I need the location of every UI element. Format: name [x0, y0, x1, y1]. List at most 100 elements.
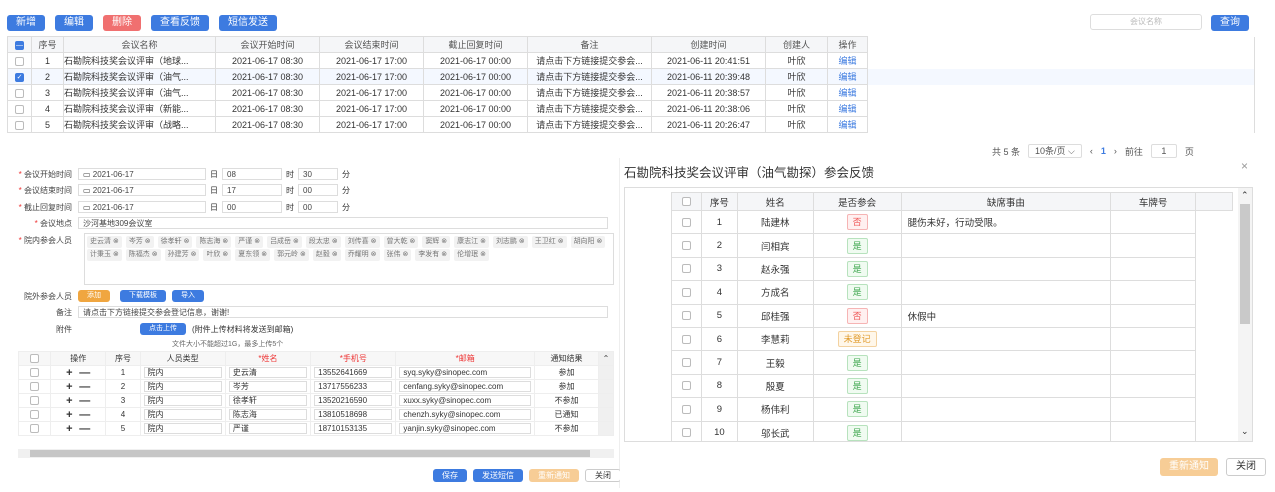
attendee-tag[interactable]: 陈志海 ⊗ [196, 236, 232, 248]
attendee-tag[interactable]: 康志江 ⊗ [454, 236, 489, 248]
type-input[interactable]: 院内 [143, 409, 222, 420]
prev-page-icon[interactable]: ‹ [1090, 146, 1093, 156]
close-icon[interactable]: ⊗ [291, 238, 299, 245]
attendee-tag[interactable]: 张伟 ⊗ [383, 249, 412, 261]
attendee-tag[interactable]: 徐孝轩 ⊗ [157, 236, 193, 248]
add-button[interactable]: 新增 [7, 15, 45, 31]
close-icon[interactable]: ⊗ [220, 238, 228, 245]
minus-icon[interactable]: — [79, 395, 90, 407]
close-icon[interactable]: ⊗ [595, 238, 603, 245]
attendee-tag[interactable]: 胡向阳 ⊗ [570, 236, 606, 248]
deadline-hour-select[interactable]: 00 [222, 201, 282, 213]
close-icon[interactable]: ⊗ [439, 251, 447, 258]
attendee-tag[interactable]: 刘志鹏 ⊗ [492, 236, 528, 248]
table-row[interactable]: 1 石勘院科技奖会议评审（地球... 2021-06-17 08:30 2021-06… [7, 52, 1255, 69]
end-hour-select[interactable]: 17 [222, 184, 282, 196]
attendee-tag[interactable]: 曾大乾 ⊗ [383, 236, 419, 248]
vertical-scrollbar[interactable]: ⌃ ⌄ [1238, 188, 1252, 441]
select-all-checkbox[interactable]: — [7, 36, 32, 53]
attendee-tag[interactable]: 岑芳 ⊗ [125, 236, 154, 248]
email-input[interactable]: syq.syky@sinopec.com [399, 367, 532, 378]
search-button[interactable]: 查询 [1211, 15, 1249, 31]
row-checkbox[interactable] [7, 84, 32, 101]
attendee-tag[interactable]: 严谨 ⊗ [235, 236, 264, 248]
table-row[interactable]: 5 石勘院科技奖会议评审（战略... 2021-06-17 08:30 2021-06… [7, 116, 1255, 133]
table-row[interactable]: 3 石勘院科技奖会议评审（油气... 2021-06-17 08:30 2021-06… [7, 84, 1255, 101]
upload-button[interactable]: 点击上传 [140, 323, 186, 335]
minus-icon[interactable]: — [79, 367, 90, 379]
minus-icon[interactable]: — [79, 409, 90, 421]
scroll-up-icon[interactable]: ⌃ [1241, 190, 1249, 201]
attendee-tag[interactable]: 窦辉 ⊗ [422, 236, 451, 248]
scroll-thumb[interactable] [30, 450, 590, 457]
edit-link[interactable]: 编辑 [827, 116, 868, 133]
import-button[interactable]: 导入 [172, 290, 204, 302]
close-icon[interactable]: ⊗ [143, 238, 151, 245]
attendee-tag[interactable]: 史云清 ⊗ [87, 236, 122, 248]
close-icon[interactable]: ⊗ [369, 251, 377, 258]
edit-link[interactable]: 编辑 [827, 68, 868, 85]
plus-icon[interactable]: + [66, 409, 72, 421]
attendee-tag[interactable]: 计秉玉 ⊗ [87, 249, 122, 261]
phone-input[interactable]: 13552641669 [314, 367, 393, 378]
close-icon[interactable]: ⊗ [252, 238, 260, 245]
plus-icon[interactable]: + [66, 367, 72, 379]
place-input[interactable]: 沙河基地309会议室 [78, 217, 608, 229]
close-icon[interactable]: ⊗ [111, 238, 119, 245]
page-size-select[interactable]: 10条/页 ⌵ [1028, 144, 1082, 158]
note-input[interactable]: 请点击下方链接提交参会登记信息，谢谢! [78, 306, 608, 318]
plus-icon[interactable]: + [66, 423, 72, 435]
name-input[interactable]: 徐孝轩 [228, 395, 308, 406]
attendee-tag[interactable]: 伦增珉 ⊗ [454, 249, 489, 261]
scroll-thumb[interactable] [1240, 204, 1250, 324]
close-icon[interactable]: ⊗ [259, 251, 267, 258]
type-input[interactable]: 院内 [143, 367, 222, 378]
close-icon[interactable]: × [1241, 159, 1248, 173]
renotify-dialog-button[interactable]: 重新通知 [1160, 458, 1218, 476]
close-icon[interactable]: ⊗ [182, 238, 190, 245]
current-page[interactable]: 1 [1101, 146, 1106, 156]
phone-input[interactable]: 13717556233 [314, 381, 393, 392]
download-template-button[interactable]: 下载模板 [120, 290, 166, 302]
attendee-tag[interactable]: 段太忠 ⊗ [305, 236, 341, 248]
type-input[interactable]: 院内 [143, 381, 222, 392]
search-input[interactable]: 会议名称 [1090, 14, 1202, 30]
add-external-button[interactable]: 添加 [78, 290, 110, 302]
attendee-tag[interactable]: 夏东领 ⊗ [235, 249, 271, 261]
checkbox-icon[interactable] [29, 354, 39, 364]
phone-input[interactable]: 13520216590 [314, 395, 393, 406]
attendee-tag[interactable]: 陈福杰 ⊗ [125, 249, 161, 261]
deadline-minute-select[interactable]: 00 [298, 201, 338, 213]
email-input[interactable]: xuxx.syky@sinopec.com [399, 395, 532, 406]
close-dialog-button[interactable]: 关闭 [1226, 458, 1266, 476]
email-input[interactable]: chenzh.syky@sinopec.com [399, 409, 532, 420]
view-feedback-button[interactable]: 查看反馈 [151, 15, 209, 31]
start-date-input[interactable]: ▭ 2021-06-17 [78, 168, 206, 180]
close-icon[interactable]: ⊗ [369, 238, 377, 245]
attendee-tag[interactable]: 王卫红 ⊗ [531, 236, 567, 248]
row-checkbox[interactable] [7, 100, 32, 117]
phone-input[interactable]: 13810518698 [314, 409, 393, 420]
close-icon[interactable]: ⊗ [330, 238, 338, 245]
table-row[interactable]: 4 石勘院科技奖会议评审（新能... 2021-06-17 08:30 2021-06… [7, 100, 1255, 117]
minus-icon[interactable]: — [79, 381, 90, 393]
renotify-button[interactable]: 重新通知 [529, 469, 579, 482]
deadline-date-input[interactable]: ▭ 2021-06-17 [78, 201, 206, 213]
attendee-tag[interactable]: 吕成岳 ⊗ [267, 236, 302, 248]
row-checkbox[interactable] [7, 52, 32, 69]
send-sms-footer-button[interactable]: 发送短信 [473, 469, 523, 482]
plus-icon[interactable]: + [66, 381, 72, 393]
plus-icon[interactable]: + [66, 395, 72, 407]
close-icon[interactable]: ⊗ [517, 238, 525, 245]
name-input[interactable]: 史云清 [228, 367, 308, 378]
close-icon[interactable]: ⊗ [478, 238, 486, 245]
send-sms-button[interactable]: 短信发送 [219, 15, 277, 31]
name-input[interactable]: 岑芳 [228, 381, 308, 392]
scroll-up-icon[interactable]: ⌃ [598, 351, 614, 366]
scroll-down-icon[interactable]: ⌄ [1241, 426, 1249, 437]
type-input[interactable]: 院内 [143, 395, 222, 406]
close-icon[interactable]: ⊗ [330, 251, 338, 258]
internal-attendees-select[interactable]: 史云清 ⊗ 岑芳 ⊗ 徐孝轩 ⊗ 陈志海 ⊗ 严谨 ⊗ 吕成岳 ⊗ 段太忠 ⊗ 刘传喜 ⊗ 曾大… [84, 233, 614, 285]
attendee-tag[interactable]: 赵毅 ⊗ [312, 249, 341, 261]
close-form-button[interactable]: 关闭 [585, 469, 621, 482]
